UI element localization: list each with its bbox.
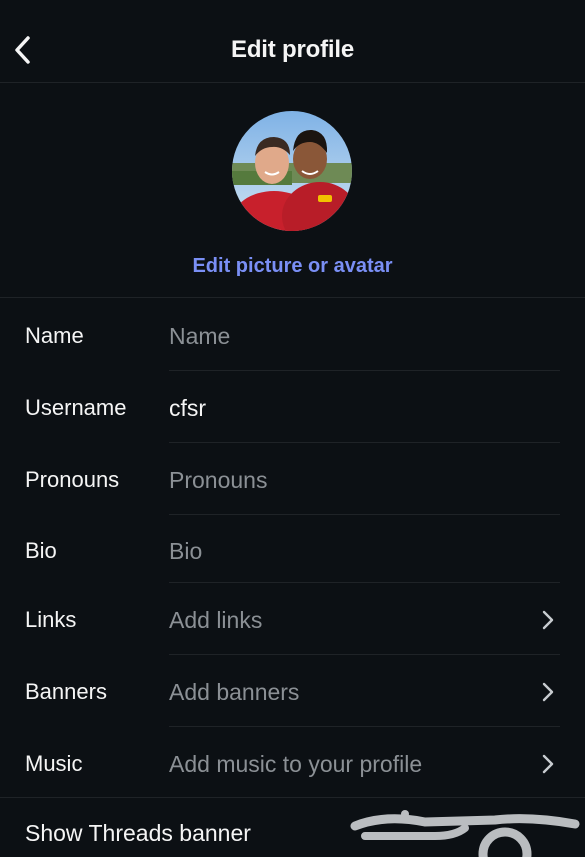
avatar[interactable] xyxy=(232,111,352,231)
top-bar: Edit profile xyxy=(0,0,585,83)
edit-picture-link[interactable]: Edit picture or avatar xyxy=(0,255,585,278)
threads-banner-label: Show Threads banner xyxy=(25,820,251,846)
haraj-watermark-logo xyxy=(350,810,580,857)
name-row[interactable]: Name Name xyxy=(0,299,585,371)
pronouns-row[interactable]: Pronouns Pronouns xyxy=(0,443,585,515)
music-row[interactable]: Music Add music to your profile xyxy=(0,727,585,797)
links-row[interactable]: Links Add links xyxy=(0,583,585,655)
music-label: Music xyxy=(25,751,83,776)
avatar-photo xyxy=(232,111,352,231)
page-title: Edit profile xyxy=(231,36,354,63)
links-label: Links xyxy=(25,607,77,632)
username-field[interactable]: cfsr xyxy=(169,395,206,422)
name-field[interactable]: Name xyxy=(169,323,230,350)
chevron-right-icon xyxy=(542,610,554,630)
banners-row[interactable]: Banners Add banners xyxy=(0,655,585,727)
music-field: Add music to your profile xyxy=(169,751,423,777)
avatar-section: Edit picture or avatar xyxy=(0,83,585,298)
bio-row[interactable]: Bio Bio xyxy=(0,515,585,583)
pronouns-label: Pronouns xyxy=(25,467,120,492)
bio-field[interactable]: Bio xyxy=(169,538,202,565)
chevron-right-icon xyxy=(542,754,554,774)
chevron-right-icon xyxy=(542,682,554,702)
username-row[interactable]: Username cfsr xyxy=(0,371,585,443)
username-label: Username xyxy=(25,395,127,420)
pronouns-field[interactable]: Pronouns xyxy=(169,467,267,494)
banners-label: Banners xyxy=(25,679,107,704)
name-label: Name xyxy=(25,323,84,348)
bio-label: Bio xyxy=(25,538,57,563)
banners-field: Add banners xyxy=(169,679,300,705)
links-field: Add links xyxy=(169,607,263,633)
